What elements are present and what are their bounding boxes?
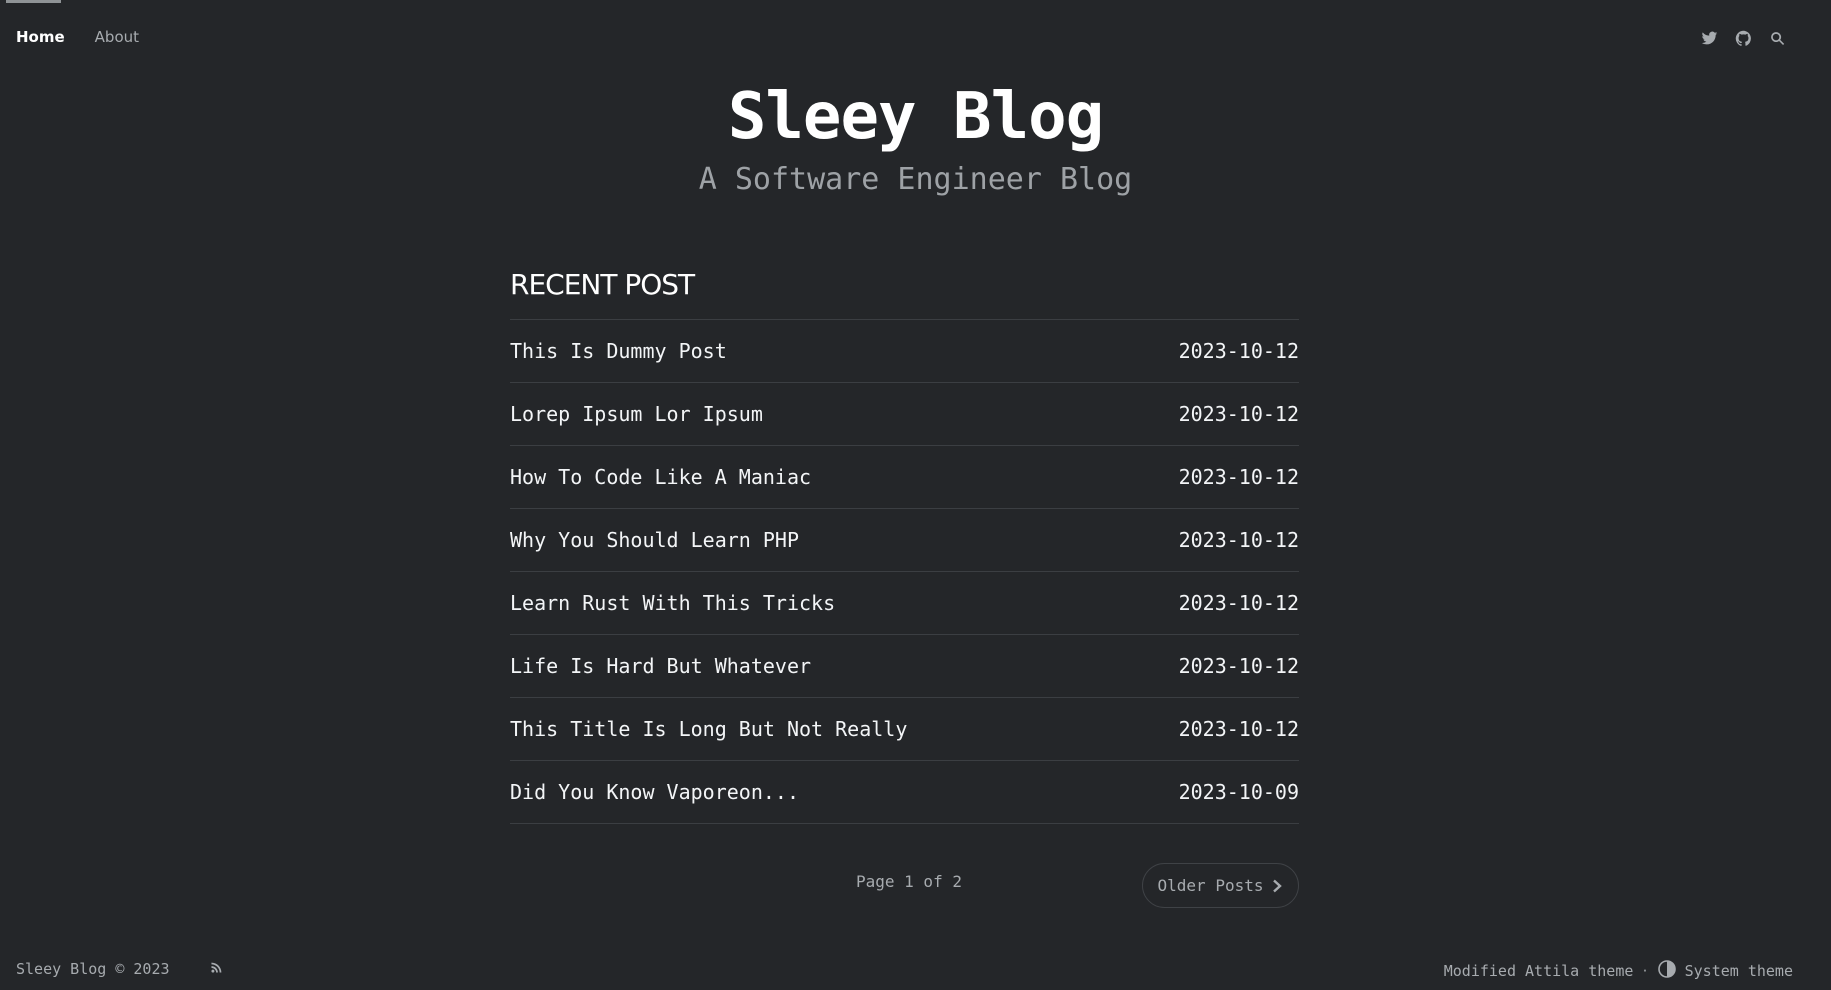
post-title[interactable]: How To Code Like A Maniac — [510, 465, 811, 489]
post-date: 2023-10-12 — [1178, 339, 1299, 363]
recent-posts-section: RECENT POST This Is Dummy Post 2023-10-1… — [510, 268, 1299, 824]
post-title[interactable]: Did You Know Vaporeon... — [510, 780, 799, 804]
post-title[interactable]: Lorep Ipsum Lor Ipsum — [510, 402, 763, 426]
post-row[interactable]: Learn Rust With This Tricks 2023-10-12 — [510, 572, 1299, 635]
github-icon[interactable] — [1734, 29, 1752, 47]
post-row[interactable]: Life Is Hard But Whatever 2023-10-12 — [510, 635, 1299, 698]
page-indicator: Page 1 of 2 — [856, 872, 962, 891]
rss-icon[interactable] — [210, 960, 224, 978]
post-row[interactable]: Did You Know Vaporeon... 2023-10-09 — [510, 761, 1299, 824]
post-title[interactable]: Life Is Hard But Whatever — [510, 654, 811, 678]
nav-about-link[interactable]: About — [95, 28, 139, 46]
post-row[interactable]: How To Code Like A Maniac 2023-10-12 — [510, 446, 1299, 509]
older-posts-button[interactable]: Older Posts — [1142, 863, 1299, 908]
post-row[interactable]: Lorep Ipsum Lor Ipsum 2023-10-12 — [510, 383, 1299, 446]
contrast-icon[interactable] — [1657, 959, 1677, 983]
search-icon[interactable] — [1768, 29, 1786, 47]
theme-toggle-label[interactable]: System theme — [1685, 962, 1793, 980]
post-date: 2023-10-09 — [1178, 780, 1299, 804]
post-row[interactable]: This Title Is Long But Not Really 2023-1… — [510, 698, 1299, 761]
section-title: RECENT POST — [510, 268, 695, 301]
nav-icon-group — [1700, 29, 1786, 47]
post-date: 2023-10-12 — [1178, 591, 1299, 615]
post-title[interactable]: Learn Rust With This Tricks — [510, 591, 835, 615]
post-title[interactable]: Why You Should Learn PHP — [510, 528, 799, 552]
post-date: 2023-10-12 — [1178, 717, 1299, 741]
post-date: 2023-10-12 — [1178, 465, 1299, 489]
theme-credit-link[interactable]: Modified Attila theme — [1444, 962, 1634, 980]
post-row[interactable]: This Is Dummy Post 2023-10-12 — [510, 320, 1299, 383]
site-subtitle: A Software Engineer Blog — [698, 162, 1133, 197]
post-date: 2023-10-12 — [1178, 654, 1299, 678]
older-posts-label: Older Posts — [1157, 876, 1264, 895]
post-title[interactable]: This Is Dummy Post — [510, 339, 727, 363]
top-nav: Home About — [16, 28, 139, 46]
nav-home-link[interactable]: Home — [16, 28, 65, 46]
twitter-icon[interactable] — [1700, 29, 1718, 47]
post-list: This Is Dummy Post 2023-10-12 Lorep Ipsu… — [510, 319, 1299, 824]
footer-separator: · — [1641, 964, 1649, 978]
post-row[interactable]: Why You Should Learn PHP 2023-10-12 — [510, 509, 1299, 572]
post-date: 2023-10-12 — [1178, 528, 1299, 552]
post-date: 2023-10-12 — [1178, 402, 1299, 426]
chevron-right-icon — [1273, 879, 1283, 892]
post-title[interactable]: This Title Is Long But Not Really — [510, 717, 907, 741]
footer-left: Sleey Blog © 2023 — [16, 960, 224, 978]
site-title: Sleey Blog — [727, 80, 1104, 154]
footer-copyright: Sleey Blog © 2023 — [16, 960, 170, 978]
reading-progress-bar — [6, 0, 61, 3]
footer-right: Modified Attila theme · System theme — [1444, 959, 1793, 983]
